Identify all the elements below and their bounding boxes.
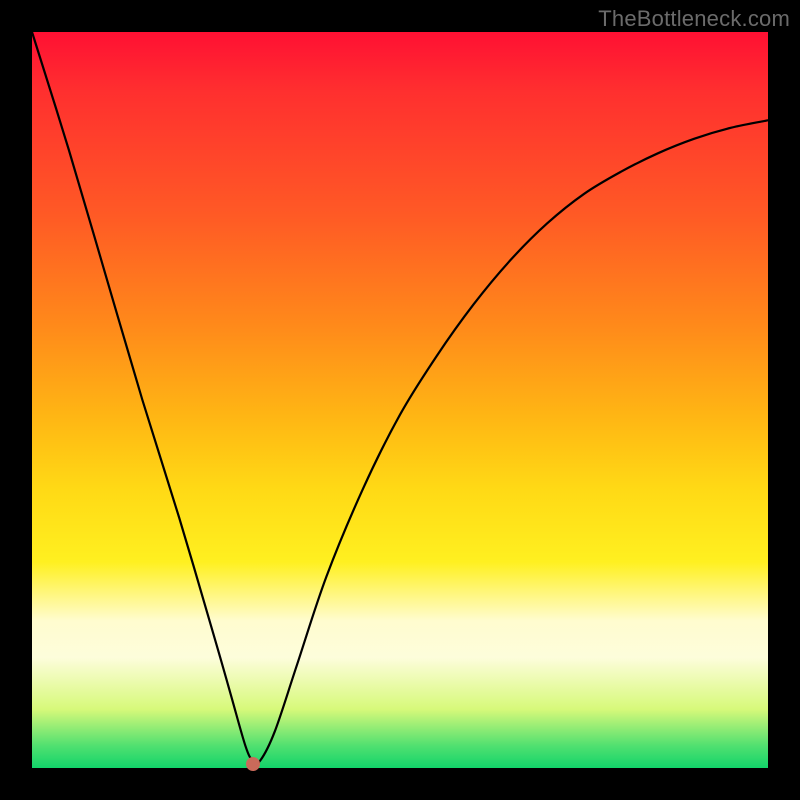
optimum-marker [246,757,260,771]
chart-frame: TheBottleneck.com [0,0,800,800]
bottleneck-curve [32,32,768,768]
watermark-text: TheBottleneck.com [598,6,790,32]
plot-area [32,32,768,768]
